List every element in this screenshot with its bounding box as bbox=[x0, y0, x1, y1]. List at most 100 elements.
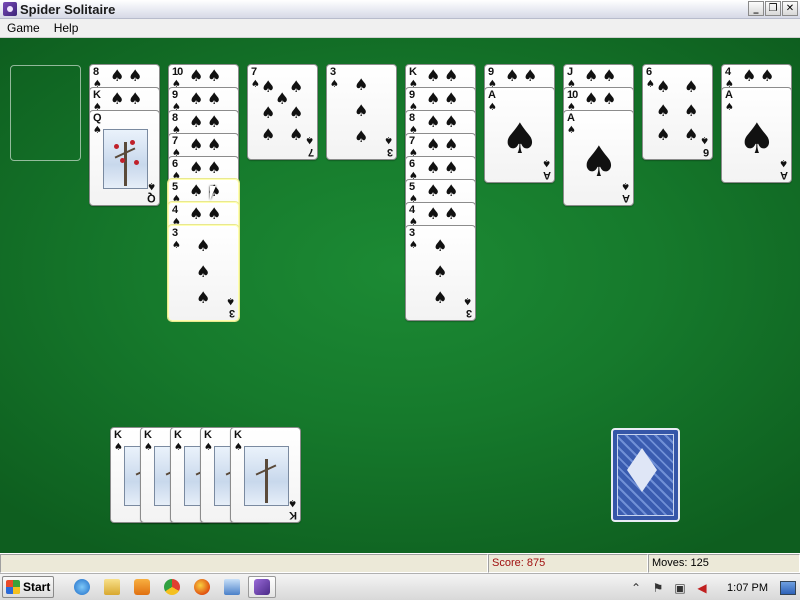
spade-pip-icon: ♠ bbox=[656, 125, 671, 144]
card-rank: 9 bbox=[172, 89, 178, 101]
status-left bbox=[0, 554, 488, 573]
volume-muted-icon[interactable]: ◀ bbox=[695, 581, 709, 595]
mouse-cursor-icon bbox=[210, 186, 216, 200]
card-rank-bottom: Q bbox=[148, 192, 156, 204]
minimize-button[interactable]: _ bbox=[748, 1, 764, 16]
card-rank: 3 bbox=[330, 66, 336, 78]
card-rank: K bbox=[144, 429, 152, 441]
spade-icon: ♠ bbox=[305, 134, 314, 145]
card-rank-bottom: 6 bbox=[703, 146, 709, 158]
spade-pip-icon: ♠ bbox=[189, 66, 204, 85]
card-rank-bottom: 3 bbox=[229, 307, 235, 319]
spade-pip-icon: ♠ bbox=[433, 262, 448, 281]
spade-pip-icon: ♠ bbox=[275, 89, 290, 108]
spade-pip-icon: ♠ bbox=[426, 135, 441, 154]
card[interactable]: 3 ♠ 3 ♠ ♠ ♠ ♠ bbox=[326, 64, 397, 160]
clock[interactable]: 1:07 PM bbox=[727, 582, 768, 594]
spade-icon: ♠ bbox=[725, 102, 734, 113]
king-face-art bbox=[244, 446, 289, 506]
spade-pip-icon: ♠ bbox=[354, 127, 369, 146]
spade-pip-icon: ♠ bbox=[207, 112, 222, 131]
card-rank: 4 bbox=[409, 204, 415, 216]
spade-pip-icon: ♠ bbox=[684, 125, 699, 144]
card[interactable]: 3 ♠ 3 ♠ ♠ ♠ ♠ bbox=[405, 225, 476, 321]
taskbar-firefox-icon[interactable] bbox=[188, 576, 216, 598]
spade-icon: ♠ bbox=[330, 79, 339, 90]
show-hidden-icons-icon[interactable]: ⌃ bbox=[629, 581, 643, 595]
spade-pip-icon: ♠ bbox=[444, 158, 459, 177]
taskbar-explorer-icon[interactable] bbox=[98, 576, 126, 598]
card-rank: 3 bbox=[409, 227, 415, 239]
large-spade-icon: ♠ bbox=[580, 137, 618, 186]
spade-icon: ♠ bbox=[567, 125, 576, 136]
card-rank: 7 bbox=[251, 66, 257, 78]
card-rank: 9 bbox=[488, 66, 494, 78]
network-icon[interactable]: ▣ bbox=[673, 581, 687, 595]
close-button[interactable]: ✕ bbox=[782, 1, 798, 16]
card-rank: K bbox=[114, 429, 122, 441]
status-bar: Score: 875 Moves: 125 bbox=[0, 553, 800, 573]
completed-king-card: K ♠ K ♠ bbox=[230, 427, 301, 523]
card-rank: 4 bbox=[172, 204, 178, 216]
action-center-flag-icon[interactable]: ⚑ bbox=[651, 581, 665, 595]
card-rank: 6 bbox=[409, 158, 415, 170]
spade-pip-icon: ♠ bbox=[261, 125, 276, 144]
card-rank-bottom: A bbox=[544, 169, 551, 181]
card[interactable]: 3 ♠ 3 ♠ ♠ ♠ ♠ bbox=[168, 225, 239, 321]
menu-game[interactable]: Game bbox=[0, 21, 47, 35]
large-spade-icon: ♠ bbox=[738, 114, 776, 163]
spade-pip-icon: ♠ bbox=[261, 103, 276, 122]
spade-pip-icon: ♠ bbox=[196, 288, 211, 307]
game-table[interactable]: 8 ♠ ♠ ♠ K ♠ ♠ ♠ Q ♠ Q ♠ 10 ♠ ♠ ♠ 9 ♠ ♠ ♠ 8 ♠ ♠ ♠ 7 ♠ ♠ ♠ 6 ♠ ♠ ♠ 5 ♠ ♠ ♠ 4 ♠ ♠… bbox=[0, 38, 800, 553]
card[interactable]: A ♠ A ♠ ♠ bbox=[563, 110, 634, 206]
spade-icon: ♠ bbox=[226, 295, 235, 306]
taskbar-ie-icon[interactable] bbox=[68, 576, 96, 598]
card[interactable]: Q ♠ Q ♠ bbox=[89, 110, 160, 206]
start-button[interactable]: Start bbox=[2, 576, 54, 598]
stock-deck[interactable] bbox=[611, 428, 680, 522]
large-spade-icon: ♠ bbox=[501, 114, 539, 163]
spade-pip-icon: ♠ bbox=[760, 66, 775, 85]
spade-pip-icon: ♠ bbox=[128, 89, 143, 108]
spade-pip-icon: ♠ bbox=[207, 204, 222, 223]
spade-pip-icon: ♠ bbox=[207, 158, 222, 177]
card-rank-bottom: 3 bbox=[387, 146, 393, 158]
queen-face-art bbox=[103, 129, 148, 189]
windows-logo-icon bbox=[6, 580, 20, 594]
card-rank: 7 bbox=[172, 135, 178, 147]
spade-pip-icon: ♠ bbox=[189, 181, 204, 200]
menu-help[interactable]: Help bbox=[47, 21, 86, 35]
spade-icon: ♠ bbox=[384, 134, 393, 145]
card-rank: 6 bbox=[646, 66, 652, 78]
spade-pip-icon: ♠ bbox=[444, 66, 459, 85]
show-desktop-button[interactable] bbox=[780, 580, 796, 595]
spade-pip-icon: ♠ bbox=[684, 101, 699, 120]
spade-pip-icon: ♠ bbox=[444, 204, 459, 223]
title-bar[interactable]: Spider Solitaire _ ❐ ✕ bbox=[0, 0, 800, 19]
card-rank: K bbox=[204, 429, 212, 441]
spade-pip-icon: ♠ bbox=[584, 89, 599, 108]
card-rank: A bbox=[488, 89, 496, 101]
spade-icon: ♠ bbox=[172, 240, 181, 251]
empty-column-slot[interactable] bbox=[10, 65, 81, 161]
maximize-button[interactable]: ❐ bbox=[765, 1, 781, 16]
spade-icon: ♠ bbox=[700, 134, 709, 145]
menu-bar: Game Help bbox=[0, 19, 800, 38]
card[interactable]: 7 ♠ 7 ♠ ♠ ♠ ♠ ♠ ♠ ♠ ♠ bbox=[247, 64, 318, 160]
spade-pip-icon: ♠ bbox=[354, 75, 369, 94]
taskbar-chrome-icon[interactable] bbox=[158, 576, 186, 598]
spade-pip-icon: ♠ bbox=[207, 66, 222, 85]
spade-icon: ♠ bbox=[93, 125, 102, 136]
card-rank: 3 bbox=[172, 227, 178, 239]
spade-icon: ♠ bbox=[488, 102, 497, 113]
card[interactable]: A ♠ A ♠ ♠ bbox=[721, 87, 792, 183]
taskbar-remote-desktop-icon[interactable] bbox=[218, 576, 246, 598]
card[interactable]: A ♠ A ♠ ♠ bbox=[484, 87, 555, 183]
card[interactable]: 6 ♠ 6 ♠ ♠ ♠ ♠ ♠ ♠ ♠ bbox=[642, 64, 713, 160]
taskbar-media-player-icon[interactable] bbox=[128, 576, 156, 598]
spade-pip-icon: ♠ bbox=[433, 236, 448, 255]
taskbar: Start ⌃ ⚑ ▣ ◀ 1:07 PM bbox=[0, 573, 800, 600]
spade-pip-icon: ♠ bbox=[426, 66, 441, 85]
spade-pip-icon: ♠ bbox=[189, 89, 204, 108]
taskbar-spider-solitaire-icon[interactable] bbox=[248, 576, 276, 598]
